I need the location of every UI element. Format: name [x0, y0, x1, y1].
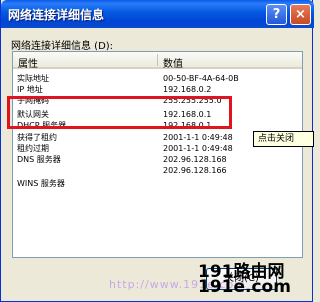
network-details-dialog: 网络连接详细信息 ? × 网络连接详细信息 (D): 属性 数值 实际地址 00… [0, 0, 314, 302]
logo-text-line2: 191e.com [198, 277, 291, 297]
row-value: 00-50-BF-4A-64-0B [163, 74, 239, 83]
column-header-property[interactable]: 属性 [18, 55, 38, 70]
row-value: 202.96.128.168 [163, 155, 227, 164]
close-window-button[interactable]: × [290, 4, 311, 25]
row-property: 获得了租约 [17, 133, 57, 142]
listview-header: 属性 数值 [13, 52, 302, 70]
title-bar[interactable]: 网络连接详细信息 ? × [1, 0, 314, 28]
details-group-label: 网络连接详细信息 (D): [11, 41, 114, 52]
column-separator[interactable] [157, 54, 158, 66]
row-property: 实际地址 [17, 74, 49, 83]
row-value: 2001-1-1 0:49:48 [163, 133, 233, 142]
window-title: 网络连接详细信息 [8, 8, 105, 22]
row-value: 192.168.0.2 [163, 85, 212, 94]
row-property: IP 地址 [17, 85, 43, 94]
table-row[interactable]: DNS 服务器 202.96.128.168 [13, 154, 302, 165]
tooltip: 点击关闭 [253, 131, 314, 147]
details-listview[interactable]: 属性 数值 实际地址 00-50-BF-4A-64-0B IP 地址 192.1… [12, 51, 303, 258]
table-row[interactable]: IP 地址 192.168.0.2 [13, 84, 302, 95]
help-button[interactable]: ? [266, 4, 287, 25]
row-value: 202.96.128.166 [163, 166, 227, 175]
table-row[interactable]: 202.96.128.166 [13, 165, 302, 176]
row-property: WINS 服务器 [17, 179, 65, 188]
row-property: 租约过期 [17, 144, 49, 153]
row-property: DNS 服务器 [17, 155, 61, 164]
table-row[interactable]: WINS 服务器 [13, 178, 302, 189]
gateway-highlight-box [7, 96, 232, 129]
column-header-value[interactable]: 数值 [163, 55, 183, 70]
row-value: 2001-1-1 0:49:48 [163, 144, 233, 153]
site-logo: 191路由网 191e.com [198, 257, 308, 299]
table-row[interactable]: 实际地址 00-50-BF-4A-64-0B [13, 73, 302, 84]
